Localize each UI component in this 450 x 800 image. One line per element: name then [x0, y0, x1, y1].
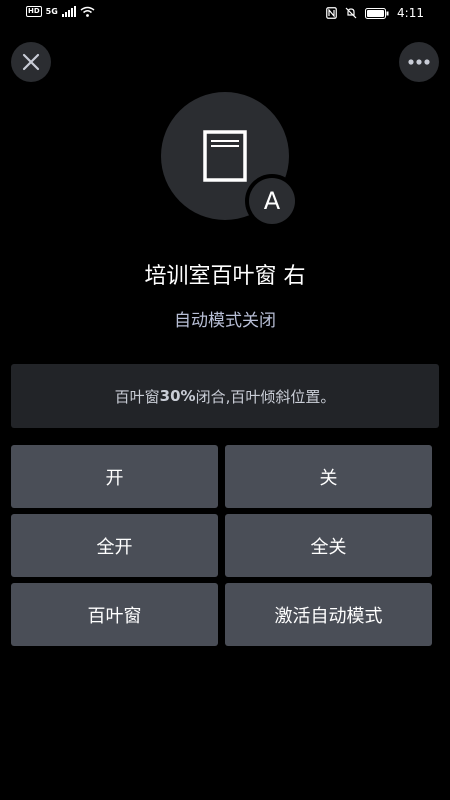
blinds-button[interactable]: 百叶窗 [11, 583, 218, 646]
status-bar: HD 5G 4:11 [0, 0, 450, 28]
signal-icon [61, 6, 76, 17]
battery-icon [365, 7, 389, 19]
nfc-icon [326, 7, 337, 19]
more-options-button[interactable] [399, 42, 439, 82]
open-button[interactable]: 开 [11, 445, 218, 508]
wifi-icon [80, 6, 95, 17]
status-percent: 30% [159, 387, 196, 405]
status-text-prefix: 百叶窗 [114, 387, 160, 406]
network-type: 5G [45, 7, 58, 16]
status-bar-right: 4:11 [326, 6, 424, 20]
device-name: 培训室百叶窗 右 [144, 264, 306, 289]
activate-auto-mode-button[interactable]: 激活自动模式 [225, 583, 432, 646]
more-dots-icon [408, 59, 430, 65]
status-panel: 百叶窗 30% 闭合,百叶倾斜位置。 [11, 364, 439, 428]
close-all-button[interactable]: 全关 [225, 514, 432, 577]
hd-badge: HD [26, 6, 42, 17]
mode-status: 自动模式关闭 [174, 311, 276, 331]
clock: 4:11 [397, 6, 424, 20]
window-blind-icon [203, 130, 247, 182]
control-grid: 开 关 全开 全关 百叶窗 激活自动模式 [11, 445, 439, 646]
open-all-button[interactable]: 全开 [11, 514, 218, 577]
device-control-screen: HD 5G 4:11 A 培训室百叶窗 右 自动模式关闭 百叶窗 30% 闭合,… [0, 0, 450, 800]
close-icon [22, 53, 40, 71]
auto-mode-badge: A [245, 174, 299, 228]
status-text-suffix: 闭合,百叶倾斜位置。 [195, 387, 336, 406]
status-bar-left: HD 5G [26, 6, 95, 17]
mute-bell-icon [345, 7, 357, 19]
close-blind-button[interactable]: 关 [225, 445, 432, 508]
close-button[interactable] [11, 42, 51, 82]
auto-mode-letter: A [249, 178, 295, 224]
